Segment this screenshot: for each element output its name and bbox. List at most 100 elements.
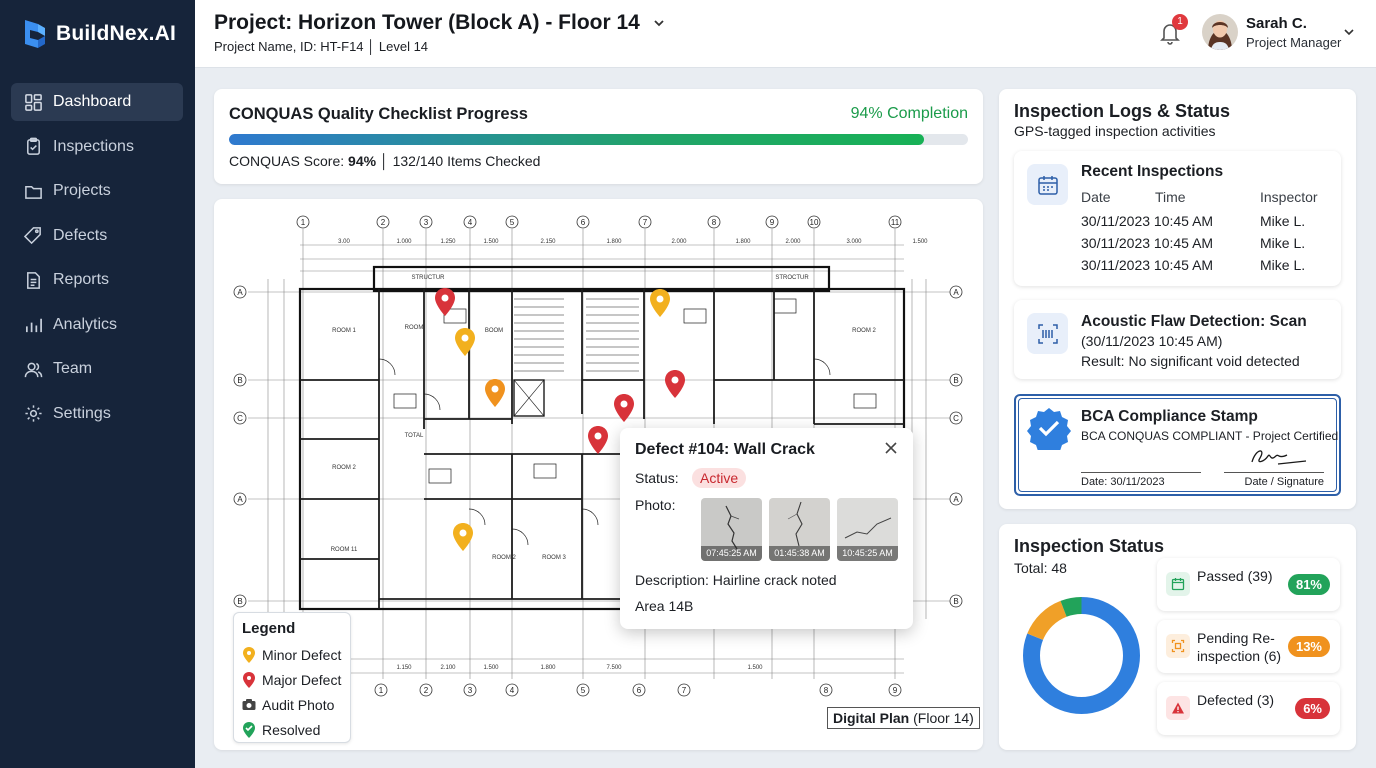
calendar-check-icon xyxy=(1171,578,1185,591)
defected-icon-box xyxy=(1166,696,1190,720)
avatar[interactable] xyxy=(1202,14,1238,50)
legend-title: Legend xyxy=(242,620,296,637)
sidebar-item-label: Dashboard xyxy=(53,93,132,110)
signature-label: Date / Signature xyxy=(1224,472,1324,488)
grid-bubble-label: 10 xyxy=(810,218,819,227)
major-defect-pin-selected[interactable] xyxy=(587,425,609,455)
chevron-down-icon[interactable] xyxy=(1342,25,1356,39)
sidebar-item-dashboard[interactable]: Dashboard xyxy=(11,83,183,121)
room-label: BOOM xyxy=(485,328,503,334)
project-selector[interactable]: Project: Horizon Tower (Block A) - Floor… xyxy=(214,11,666,35)
sidebar-item-inspections[interactable]: Inspections xyxy=(11,128,183,166)
progress-fill xyxy=(229,134,924,145)
logs-subtitle: GPS-tagged inspection activities xyxy=(1014,123,1216,139)
grid-bubble-label: A xyxy=(237,495,243,504)
calendar-icon xyxy=(1037,175,1058,195)
acoustic-scan-card[interactable]: Acoustic Flaw Detection: Scan (30/11/202… xyxy=(1014,300,1341,379)
room-label: ROOM 2 xyxy=(332,465,356,471)
user-name[interactable]: Sarah C. xyxy=(1246,15,1307,32)
bca-compliance-stamp[interactable]: BCA Compliance Stamp BCA CONQUAS COMPLIA… xyxy=(1014,394,1341,496)
grid-bubble-label: 8 xyxy=(712,218,717,227)
close-icon[interactable] xyxy=(883,440,899,456)
table-row-datetime: 30/11/2023 10:45 AM xyxy=(1081,235,1214,251)
room-label: ROOM xyxy=(405,325,424,331)
sidebar-item-label: Defects xyxy=(53,226,108,244)
grid-bubble-label: 6 xyxy=(637,686,642,695)
table-row-inspector: Mike L. xyxy=(1260,213,1306,229)
dimension-label: 3.000 xyxy=(846,239,862,245)
major-defect-pin[interactable] xyxy=(664,369,686,399)
status-item-defected[interactable]: Defected (3) 6% xyxy=(1157,682,1340,735)
dimension-label: 2.000 xyxy=(785,239,801,245)
clipboard-icon xyxy=(27,137,40,155)
minor-defect-pin[interactable] xyxy=(454,327,476,357)
legend-label: Minor Defect xyxy=(262,646,342,663)
top-header: Project: Horizon Tower (Block A) - Floor… xyxy=(195,0,1376,68)
dimension-label: 1.500 xyxy=(747,665,763,671)
grid-bubble-label: C xyxy=(237,414,243,423)
score-value: 94% xyxy=(348,153,377,169)
acoustic-time: (30/11/2023 10:45 AM) xyxy=(1081,333,1223,349)
folder-icon xyxy=(25,185,42,199)
dimension-label: 2.000 xyxy=(671,239,687,245)
sidebar-item-projects[interactable]: Projects xyxy=(11,172,183,210)
minor-defect-pin[interactable] xyxy=(484,378,506,408)
status-donut-chart[interactable] xyxy=(1016,590,1147,721)
yellow-pin-icon xyxy=(243,646,255,663)
defect-area: Area 14B xyxy=(635,598,694,614)
pending-icon-box xyxy=(1166,634,1190,658)
grid-bubble-label: 7 xyxy=(643,218,648,227)
sidebar-item-label: Inspections xyxy=(53,137,134,155)
conquas-progress-card: CONQUAS Quality Checklist Progress 94% C… xyxy=(214,89,983,184)
dimension-label: 1.500 xyxy=(912,239,928,245)
fixture xyxy=(533,463,557,479)
col-header-time: Time xyxy=(1155,189,1186,205)
photo-timestamp: 10:45:25 AM xyxy=(837,546,898,561)
handwritten-signature xyxy=(1251,450,1307,465)
room-label: ROOM 11 xyxy=(331,547,358,553)
room-label: STROCTUR xyxy=(775,275,809,281)
minor-defect-pin[interactable] xyxy=(649,288,671,318)
dimension-label: 1.800 xyxy=(735,239,751,245)
fixture xyxy=(428,468,452,484)
bar-chart-icon xyxy=(25,318,42,333)
brand[interactable]: BuildNex.AI xyxy=(22,18,176,50)
legend-label: Major Defect xyxy=(262,671,342,688)
sidebar-item-analytics[interactable]: Analytics xyxy=(11,306,183,344)
status-item-passed[interactable]: Passed (39) 81% xyxy=(1157,558,1340,611)
sidebar-item-label: Settings xyxy=(53,404,111,422)
col-header-date: Date xyxy=(1081,189,1111,205)
grid-bubble-label: A xyxy=(237,288,243,297)
grid-bubble-label: 3 xyxy=(424,218,429,227)
sidebar-item-reports[interactable]: Reports xyxy=(11,261,183,299)
sidebar-item-defects[interactable]: Defects xyxy=(11,217,183,255)
dimension-label: 1.500 xyxy=(483,239,499,245)
status-item-pending[interactable]: Pending Re-inspection (6) 13% xyxy=(1157,620,1340,673)
major-defect-pin[interactable] xyxy=(613,393,635,423)
grid-bubble-label: 1 xyxy=(301,218,306,227)
score-prefix: CONQUAS Score: xyxy=(229,153,349,169)
grid-bubble-label: 9 xyxy=(770,218,775,227)
sidebar-item-settings[interactable]: Settings xyxy=(11,395,183,433)
inspection-status-card: Inspection Status Total: 48 Passed (39) … xyxy=(999,524,1356,750)
dashboard-icon xyxy=(25,93,42,111)
defect-photo-thumbnail[interactable]: 07:45:25 AM xyxy=(701,498,762,561)
status-label: Pending Re-inspection (6) xyxy=(1197,630,1282,664)
status-total: Total: 48 xyxy=(1014,560,1067,576)
legend-label: Audit Photo xyxy=(262,696,335,713)
dimension-label: 1.800 xyxy=(606,239,622,245)
status-percent-badge: 13% xyxy=(1287,636,1330,657)
defect-photo-thumbnail[interactable]: 10:45:25 AM xyxy=(837,498,898,561)
minor-defect-pin[interactable] xyxy=(452,522,474,552)
grid-bubble-label: 5 xyxy=(581,686,586,695)
room-label: ROOM 2 xyxy=(492,555,516,561)
major-defect-pin[interactable] xyxy=(434,287,456,317)
grid-bubble-label: B xyxy=(953,597,958,606)
door-swing xyxy=(581,508,599,526)
defect-photo-thumbnail[interactable]: 01:45:38 AM xyxy=(769,498,830,561)
sidebar-item-team[interactable]: Team xyxy=(11,350,183,388)
recent-inspections-card[interactable]: Recent Inspections Date Time Inspector 3… xyxy=(1014,151,1341,286)
grid-bubble-label: A xyxy=(953,288,959,297)
grid-bubble-label: B xyxy=(953,376,958,385)
calendar-icon-box xyxy=(1027,164,1068,205)
